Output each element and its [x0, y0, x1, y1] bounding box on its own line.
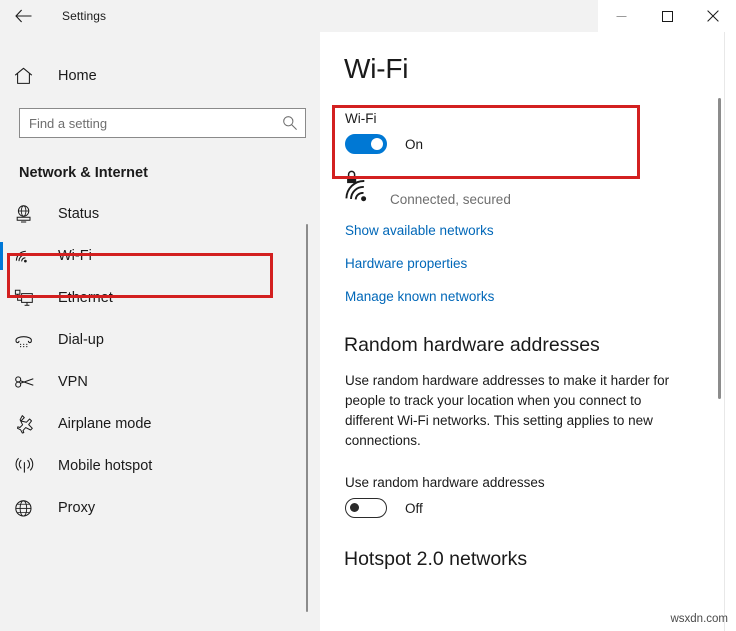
- sidebar-item-wifi[interactable]: Wi-Fi: [0, 235, 320, 277]
- watermark: wsxdn.com: [670, 613, 728, 625]
- random-hw-toggle-label: Use random hardware addresses: [345, 475, 736, 490]
- content-scrollbar-thumb[interactable]: [718, 98, 721, 399]
- sidebar-item-proxy[interactable]: Proxy: [0, 487, 320, 529]
- sidebar-item-wifi-label: Wi-Fi: [58, 248, 92, 264]
- title-bar: Settings: [0, 0, 736, 32]
- sidebar-item-airplane-mode[interactable]: Airplane mode: [0, 403, 320, 445]
- sidebar: Home Network & Internet: [0, 32, 320, 631]
- minimize-icon: [616, 11, 627, 22]
- content-scrollbar-track[interactable]: [724, 32, 725, 631]
- page-title: Wi-Fi: [344, 53, 736, 85]
- sidebar-item-vpn[interactable]: VPN: [0, 361, 320, 403]
- random-hw-toggle-state: Off: [405, 501, 423, 516]
- sidebar-nav-list: Status Wi-Fi: [0, 193, 320, 529]
- sidebar-item-proxy-label: Proxy: [58, 500, 95, 516]
- airplane-icon: [14, 414, 44, 434]
- link-hardware-properties[interactable]: Hardware properties: [345, 256, 467, 271]
- wifi-toggle-state: On: [405, 137, 423, 152]
- app-title: Settings: [62, 9, 106, 23]
- sidebar-item-status[interactable]: Status: [0, 193, 320, 235]
- proxy-globe-icon: [14, 499, 44, 518]
- random-hw-toggle-knob: [350, 503, 359, 512]
- window-controls: [598, 0, 736, 32]
- wifi-toggle-row: On: [345, 134, 736, 154]
- settings-window: Settings: [0, 0, 736, 631]
- sidebar-item-dialup[interactable]: Dial-up: [0, 319, 320, 361]
- hotspot-antenna-icon: [14, 457, 44, 475]
- wifi-secured-icon: [344, 170, 380, 209]
- sidebar-item-airplane-mode-label: Airplane mode: [58, 416, 152, 432]
- connection-status-text: Connected, secured: [390, 192, 511, 209]
- sidebar-item-dialup-label: Dial-up: [58, 332, 104, 348]
- sidebar-item-vpn-label: VPN: [58, 374, 88, 390]
- sidebar-scrollbar-thumb[interactable]: [306, 224, 308, 612]
- close-icon: [707, 10, 719, 22]
- close-button[interactable]: [690, 0, 736, 32]
- wifi-icon: [14, 248, 44, 264]
- dialup-phone-icon: [14, 332, 44, 349]
- connection-status-row: Connected, secured: [344, 170, 736, 209]
- vpn-key-icon: [14, 375, 44, 389]
- back-button[interactable]: [0, 0, 46, 32]
- random-hardware-addresses-description: Use random hardware addresses to make it…: [345, 371, 685, 451]
- hotspot-20-networks-heading: Hotspot 2.0 networks: [344, 548, 736, 571]
- random-hw-toggle-switch[interactable]: [345, 498, 387, 518]
- link-show-available-networks[interactable]: Show available networks: [345, 223, 494, 238]
- status-globe-icon: [14, 204, 44, 224]
- sidebar-item-home[interactable]: Home: [0, 56, 320, 96]
- wifi-toggle-knob: [371, 138, 383, 150]
- minimize-button[interactable]: [598, 0, 644, 32]
- random-hw-toggle-row: Off: [345, 498, 736, 518]
- search-input[interactable]: [20, 109, 275, 137]
- sidebar-item-mobile-hotspot-label: Mobile hotspot: [58, 458, 152, 474]
- sidebar-item-ethernet-label: Ethernet: [58, 290, 113, 306]
- maximize-button[interactable]: [644, 0, 690, 32]
- link-manage-known-networks[interactable]: Manage known networks: [345, 289, 494, 304]
- sidebar-item-ethernet[interactable]: Ethernet: [0, 277, 320, 319]
- search-box[interactable]: [19, 108, 306, 138]
- content-pane: Wi-Fi Wi-Fi On Connecte: [320, 32, 736, 631]
- sidebar-item-mobile-hotspot[interactable]: Mobile hotspot: [0, 445, 320, 487]
- maximize-icon: [662, 11, 673, 22]
- back-arrow-icon: [15, 9, 32, 23]
- wifi-toggle-label: Wi-Fi: [345, 111, 736, 126]
- home-icon: [14, 67, 44, 85]
- ethernet-icon: [14, 289, 44, 308]
- wifi-toggle-switch[interactable]: [345, 134, 387, 154]
- sidebar-item-status-label: Status: [58, 206, 99, 222]
- sidebar-item-home-label: Home: [58, 68, 97, 84]
- title-bar-left: Settings: [0, 0, 320, 32]
- search-icon[interactable]: [275, 109, 305, 137]
- random-hardware-addresses-heading: Random hardware addresses: [344, 334, 736, 357]
- sidebar-section-title: Network & Internet: [19, 165, 320, 181]
